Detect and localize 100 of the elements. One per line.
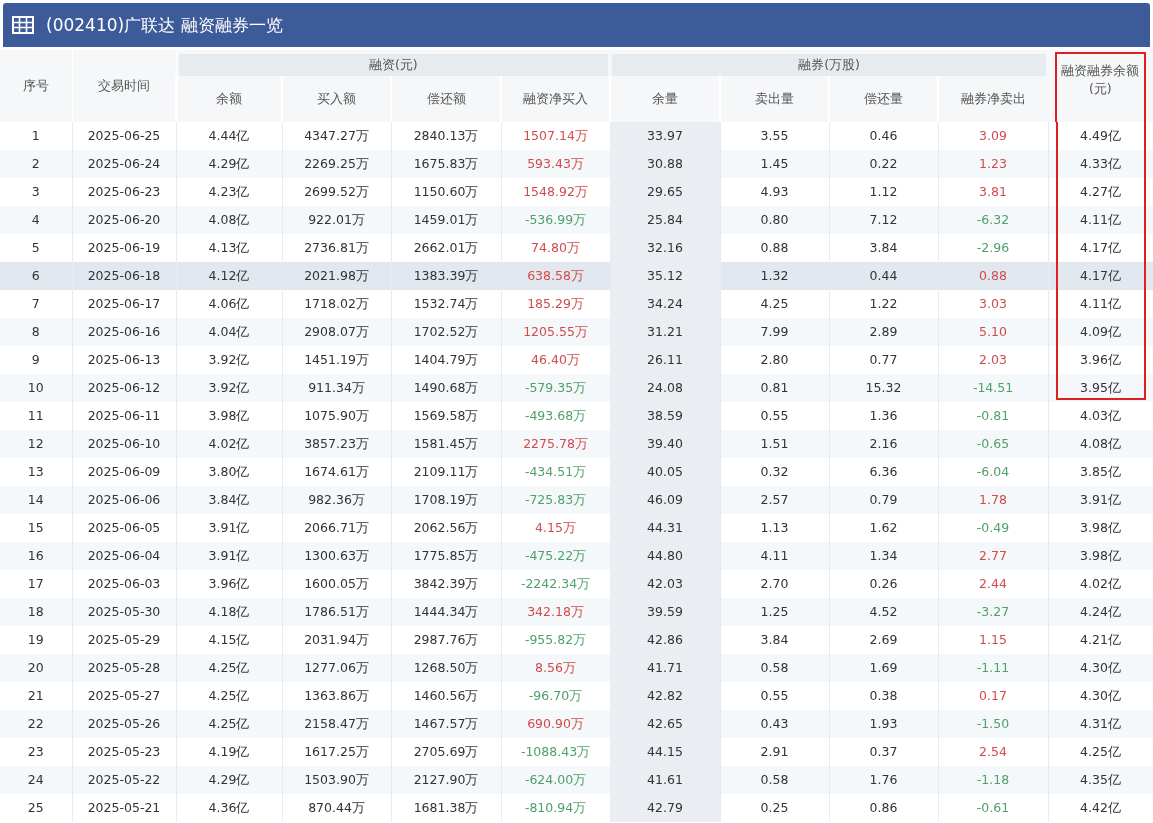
table-cell: -6.32 [938, 206, 1049, 234]
table-cell: 1.51 [720, 430, 829, 458]
table-cell: 4.36亿 [176, 794, 282, 822]
table-cell: 0.86 [829, 794, 938, 822]
table-cell: -1.11 [938, 654, 1049, 682]
table-cell: 42.86 [610, 626, 720, 654]
table-cell: 29.65 [610, 178, 720, 206]
table-row[interactable]: 14 2025-06-06 3.84亿 982.36万 1708.19万 -725.83万 46.09 2.57 0.79 1.78 3.91亿 [0, 486, 1153, 514]
table-cell: 41.61 [610, 766, 720, 794]
table-cell: 3.91亿 [176, 542, 282, 570]
table-cell: 0.22 [829, 150, 938, 178]
table-cell: 40.05 [610, 458, 720, 486]
table-cell: 4.49亿 [1048, 122, 1153, 150]
table-cell: 0.25 [720, 794, 829, 822]
table-cell: 1702.52万 [391, 318, 501, 346]
table-row[interactable]: 20 2025-05-28 4.25亿 1277.06万 1268.50万 8.56万 41.71 0.58 1.69 -1.11 4.30亿 [0, 654, 1153, 682]
table-row[interactable]: 22 2025-05-26 4.25亿 2158.47万 1467.57万 690.90万 42.65 0.43 1.93 -1.50 4.31亿 [0, 710, 1153, 738]
table-cell: 39.40 [610, 430, 720, 458]
table-cell: 2025-06-06 [72, 486, 176, 514]
table-cell: 18 [0, 598, 72, 626]
table-row[interactable]: 8 2025-06-16 4.04亿 2908.07万 1702.52万 1205.55万 31.21 7.99 2.89 5.10 4.09亿 [0, 318, 1153, 346]
table-cell: 922.01万 [282, 206, 391, 234]
table-row[interactable]: 25 2025-05-21 4.36亿 870.44万 1681.38万 -810.94万 42.79 0.25 0.86 -0.61 4.42亿 [0, 794, 1153, 822]
table-row[interactable]: 16 2025-06-04 3.91亿 1300.63万 1775.85万 -475.22万 44.80 4.11 1.34 2.77 3.98亿 [0, 542, 1153, 570]
table-cell: 4.17亿 [1048, 262, 1153, 290]
table-cell: 3.91亿 [1048, 486, 1153, 514]
table-cell: 4.24亿 [1048, 598, 1153, 626]
table-cell: 39.59 [610, 598, 720, 626]
table-cell: 41.71 [610, 654, 720, 682]
table-cell: 44.80 [610, 542, 720, 570]
table-cell: 1681.38万 [391, 794, 501, 822]
table-cell: -1.50 [938, 710, 1049, 738]
table-row[interactable]: 6 2025-06-18 4.12亿 2021.98万 1383.39万 638.58万 35.12 1.32 0.44 0.88 4.17亿 [0, 262, 1153, 290]
table-cell: 2025-06-12 [72, 374, 176, 402]
table-cell: 0.88 [938, 262, 1049, 290]
table-cell: 2.16 [829, 430, 938, 458]
table-cell: 22 [0, 710, 72, 738]
table-cell: 4.12亿 [176, 262, 282, 290]
table-cell: 593.43万 [501, 150, 610, 178]
table-cell: 2025-06-04 [72, 542, 176, 570]
table-cell: 2021.98万 [282, 262, 391, 290]
table-cell: 2269.25万 [282, 150, 391, 178]
table-cell: 3.92亿 [176, 374, 282, 402]
table-cell: 0.58 [720, 654, 829, 682]
table-row[interactable]: 12 2025-06-10 4.02亿 3857.23万 1581.45万 2275.78万 39.40 1.51 2.16 -0.65 4.08亿 [0, 430, 1153, 458]
column-header: 余额 [176, 76, 282, 122]
table-cell: 2127.90万 [391, 766, 501, 794]
table-row[interactable]: 18 2025-05-30 4.18亿 1786.51万 1444.34万 342.18万 39.59 1.25 4.52 -3.27 4.24亿 [0, 598, 1153, 626]
table-cell: 3.84亿 [176, 486, 282, 514]
table-cell: 3857.23万 [282, 430, 391, 458]
table-cell: 4 [0, 206, 72, 234]
table-cell: 1467.57万 [391, 710, 501, 738]
table-cell: 2025-06-10 [72, 430, 176, 458]
table-cell: 1786.51万 [282, 598, 391, 626]
table-cell: 1.76 [829, 766, 938, 794]
table-cell: 4.27亿 [1048, 178, 1153, 206]
table-cell: 1383.39万 [391, 262, 501, 290]
table-cell: 1.34 [829, 542, 938, 570]
table-cell: 30.88 [610, 150, 720, 178]
table-cell: 4.30亿 [1048, 654, 1153, 682]
table-cell: 4.29亿 [176, 150, 282, 178]
table-cell: -810.94万 [501, 794, 610, 822]
table-cell: 1.32 [720, 262, 829, 290]
table-cell: 982.36万 [282, 486, 391, 514]
column-header: 余量 [610, 76, 720, 122]
table-cell: 0.44 [829, 262, 938, 290]
table-cell: -624.00万 [501, 766, 610, 794]
column-header: 卖出量 [720, 76, 829, 122]
table-cell: 342.18万 [501, 598, 610, 626]
table-cell: 1.78 [938, 486, 1049, 514]
table-cell: 1205.55万 [501, 318, 610, 346]
table-cell: 1675.83万 [391, 150, 501, 178]
table-cell: 2.89 [829, 318, 938, 346]
table-cell: 4.11亿 [1048, 206, 1153, 234]
table-cell: 25 [0, 794, 72, 822]
table-cell: 4.25亿 [176, 654, 282, 682]
table-cell: 46.09 [610, 486, 720, 514]
table-cell: 8 [0, 318, 72, 346]
table-cell: 0.81 [720, 374, 829, 402]
table-cell: -1.18 [938, 766, 1049, 794]
table-cell: 1459.01万 [391, 206, 501, 234]
table-cell: 2 [0, 150, 72, 178]
column-header: 序号 [0, 50, 72, 122]
table-row[interactable]: 2 2025-06-24 4.29亿 2269.25万 1675.83万 593.43万 30.88 1.45 0.22 1.23 4.33亿 [0, 150, 1153, 178]
table-cell: 16 [0, 542, 72, 570]
table-cell: 911.34万 [282, 374, 391, 402]
table-cell: 2158.47万 [282, 710, 391, 738]
column-group-header: 融券(万股) [612, 53, 1047, 76]
table-cell: 4.18亿 [176, 598, 282, 626]
table-row[interactable]: 4 2025-06-20 4.08亿 922.01万 1459.01万 -536.99万 25.84 0.80 7.12 -6.32 4.11亿 [0, 206, 1153, 234]
table-row[interactable]: 24 2025-05-22 4.29亿 1503.90万 2127.90万 -624.00万 41.61 0.58 1.76 -1.18 4.35亿 [0, 766, 1153, 794]
table-cell: 638.58万 [501, 262, 610, 290]
table-row[interactable]: 10 2025-06-12 3.92亿 911.34万 1490.68万 -579.35万 24.08 0.81 15.32 -14.51 3.95亿 [0, 374, 1153, 402]
page-title: (002410)广联达 融资融券一览 [46, 13, 283, 37]
table-cell: 1444.34万 [391, 598, 501, 626]
table-cell: 20 [0, 654, 72, 682]
table-cell: 2025-05-26 [72, 710, 176, 738]
table-cell: 10 [0, 374, 72, 402]
table-cell: 0.58 [720, 766, 829, 794]
table-cell: -475.22万 [501, 542, 610, 570]
